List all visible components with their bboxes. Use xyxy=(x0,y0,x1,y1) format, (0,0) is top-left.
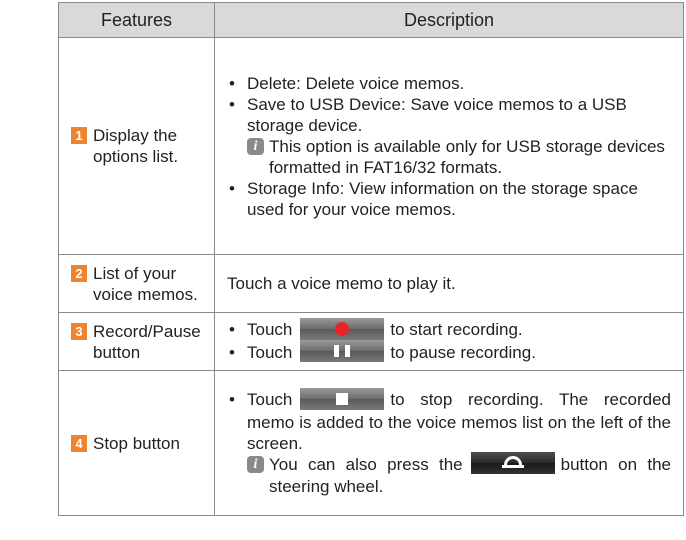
table-row: 1 Display the options list. • Delete: Del… xyxy=(58,37,684,255)
feature-label: List of your voice memos. xyxy=(93,263,198,304)
number-badge: 4 xyxy=(71,434,87,452)
stop-icon xyxy=(336,392,349,405)
bullet-text: to pause recording. xyxy=(390,342,536,362)
bullet-item: • Touch to stop recording. The recorded me… xyxy=(227,387,671,498)
bullet-text: Touch xyxy=(247,342,293,362)
feature-label: Display the options list. xyxy=(93,126,179,166)
bullet-text: Touch xyxy=(247,320,293,339)
bullet-text: Delete: Delete voice memos. xyxy=(247,73,465,93)
description-text: Touch a voice memo to play it. xyxy=(227,274,456,293)
feature-cell: 2 List of your voice memos. xyxy=(58,254,215,313)
stop-button-image xyxy=(300,387,385,410)
feature-cell: 4 Stop button xyxy=(58,370,215,517)
info-icon: i xyxy=(247,455,264,473)
bullet-item: • Touch to start recording. xyxy=(227,317,671,342)
pause-icon xyxy=(334,345,351,358)
bullet-text: Save to USB Device: Save voice memos to … xyxy=(247,94,627,135)
header-features: Features xyxy=(58,2,215,38)
feature-cell: 3 Record/Pause button xyxy=(58,311,215,372)
number-badge: 1 xyxy=(71,127,87,144)
header-description: Description xyxy=(214,2,684,38)
feature-label: Stop button xyxy=(93,433,180,453)
record-icon xyxy=(335,321,350,336)
feature-label: Record/Pause button xyxy=(93,321,201,362)
record-button-image xyxy=(300,317,385,340)
pause-button-image xyxy=(300,340,385,363)
bullet-item: • Touch to pause recording. xyxy=(227,340,671,365)
note-text: You can also press the xyxy=(269,454,463,474)
description-cell: • Delete: Delete voice memos. • Save to US… xyxy=(214,37,684,255)
bullet-item: • Save to USB Device: Save voice memos to… xyxy=(227,94,671,178)
bullet-text: Storage Info: View information on the st… xyxy=(247,178,638,219)
description-cell: Touch a voice memo to play it. xyxy=(214,254,684,313)
info-note: i You can also press the button on the st… xyxy=(247,452,671,498)
table-row: 2 List of your voice memos. Touch a voic… xyxy=(58,254,684,313)
info-icon: i xyxy=(247,137,264,155)
description-cell: • Touch to start recording. • Touch to pause… xyxy=(214,311,684,372)
header-row: Features Description xyxy=(58,2,684,38)
description-cell: • Touch to stop recording. The recorded me… xyxy=(214,370,684,517)
number-badge: 3 xyxy=(71,322,87,340)
bullet-item: • Storage Info: View information on the s… xyxy=(229,178,638,219)
bullet-item: • Delete: Delete voice memos. xyxy=(229,73,465,93)
hang-up-button-image xyxy=(470,452,555,475)
hang-up-icon xyxy=(503,456,522,466)
feature-cell: 1 Display the options list. xyxy=(58,37,215,255)
table-row: 3 Record/Pause button • Touch to start rec… xyxy=(58,311,684,372)
features-table: Features Description 1 Display the optio… xyxy=(58,2,684,517)
bullet-text: Touch xyxy=(247,390,293,410)
note-text: This option is available only for USB st… xyxy=(269,136,665,177)
number-badge: 2 xyxy=(71,264,87,282)
info-note: i This option is available only for USB … xyxy=(247,136,671,178)
table-row: 4 Stop button • Touch to stop recording. T… xyxy=(58,370,684,517)
bullet-text: to start recording. xyxy=(390,320,523,339)
